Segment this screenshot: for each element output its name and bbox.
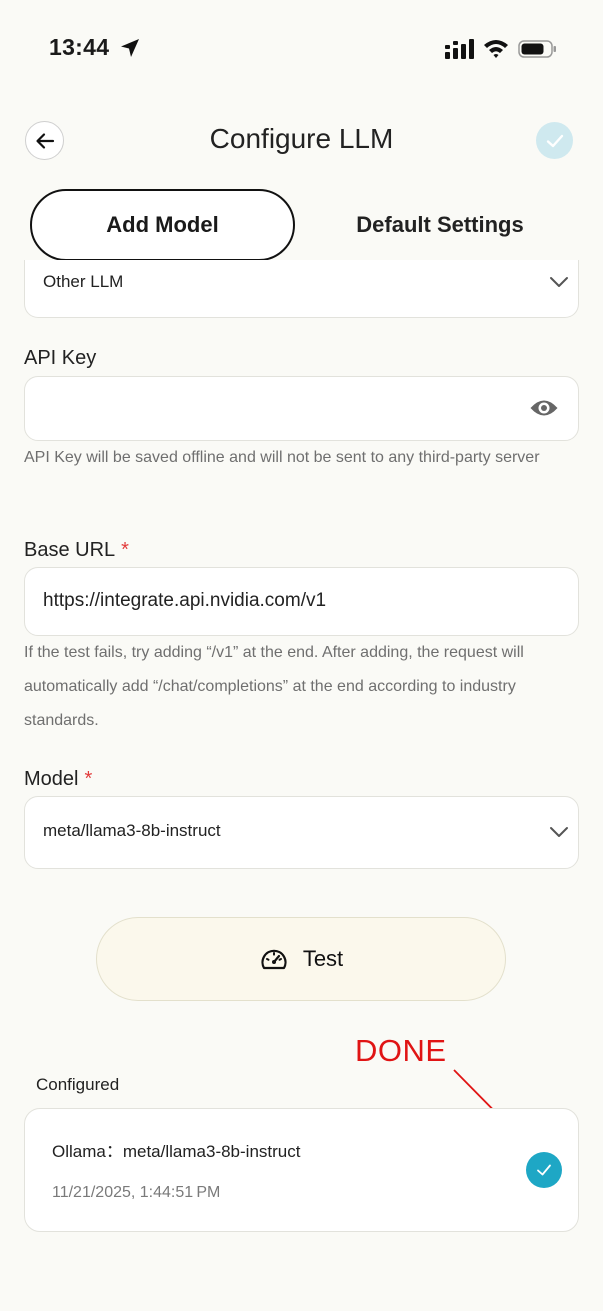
model-label: Model * bbox=[24, 768, 93, 790]
base-url-label: Base URL * bbox=[24, 539, 129, 561]
status-time: 13:44 bbox=[49, 34, 110, 60]
chevron-down-icon bbox=[550, 827, 568, 837]
base-url-value: https://integrate.api.nvidia.com/v1 bbox=[43, 590, 327, 611]
check-icon bbox=[546, 134, 563, 147]
battery-icon bbox=[518, 40, 556, 58]
configured-model-date: 11/21/2025, 1:44:51 PM bbox=[52, 1184, 221, 1201]
page-title: Configure LLM bbox=[209, 123, 394, 154]
api-key-label: API Key bbox=[24, 347, 97, 369]
required-mark: * bbox=[121, 539, 129, 561]
configured-model-card[interactable] bbox=[24, 1108, 579, 1232]
chevron-down-icon bbox=[550, 277, 568, 287]
configured-model-title: Ollama：meta/llama3-8b-instruct bbox=[52, 1142, 301, 1161]
required-mark: * bbox=[84, 768, 93, 790]
signal-icon bbox=[445, 39, 474, 59]
test-button[interactable]: Test bbox=[96, 917, 506, 1001]
api-key-field[interactable] bbox=[24, 376, 579, 441]
model-value: meta/llama3-8b-instruct bbox=[43, 821, 221, 840]
configured-heading: Configured bbox=[36, 1075, 120, 1094]
confirm-button[interactable] bbox=[536, 122, 573, 159]
tab-default-settings[interactable]: Default Settings bbox=[300, 189, 580, 261]
api-key-hint: API Key will be saved offline and will n… bbox=[24, 449, 540, 466]
check-icon bbox=[537, 1164, 551, 1176]
tab-add-model[interactable]: Add Model bbox=[30, 189, 295, 261]
test-button-label: Test bbox=[302, 946, 344, 971]
provider-value: Other LLM bbox=[43, 272, 124, 291]
speedometer-icon bbox=[261, 949, 287, 970]
base-url-hint: If the test fails, try adding “/v1” at t… bbox=[24, 644, 524, 729]
done-annotation: DONE bbox=[355, 1033, 447, 1068]
eye-icon[interactable] bbox=[529, 397, 559, 419]
location-arrow-icon bbox=[121, 39, 139, 57]
wifi-icon bbox=[484, 40, 508, 58]
selected-check-button[interactable] bbox=[526, 1152, 562, 1188]
